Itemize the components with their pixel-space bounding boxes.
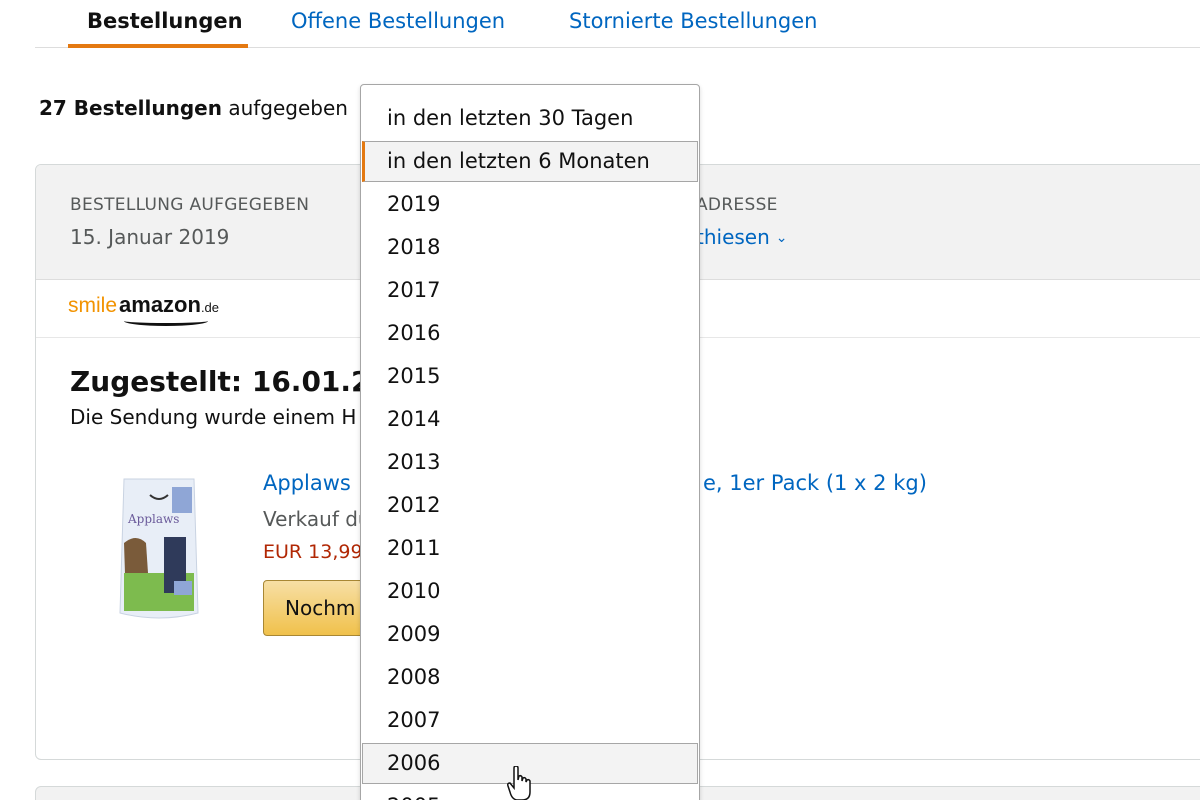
active-tab-indicator xyxy=(68,44,248,48)
orders-summary: 27 Bestellungen aufgegeben xyxy=(39,95,348,121)
product-image-brand: Applaws xyxy=(127,512,179,526)
smile-logo-text: smile xyxy=(68,294,118,317)
dropdown-option[interactable]: 2007 xyxy=(362,700,698,741)
shipping-address-name: thiesen xyxy=(696,225,770,249)
product-title-link[interactable]: Applaws e, 1er Pack (1 x 2 kg) xyxy=(263,471,927,495)
order-placed-date: 15. Januar 2019 xyxy=(70,225,230,249)
product-seller: Verkauf du xyxy=(263,507,371,531)
order-tabs: Bestellungen Offene Bestellungen Stornie… xyxy=(0,0,1200,48)
dropdown-option[interactable]: 2010 xyxy=(362,571,698,612)
hand-cursor-icon xyxy=(507,766,531,800)
dropdown-option[interactable]: 2016 xyxy=(362,313,698,354)
dropdown-option[interactable]: 2009 xyxy=(362,614,698,655)
dropdown-option[interactable]: 2018 xyxy=(362,227,698,268)
orders-count: 27 Bestellungen xyxy=(39,96,222,120)
order-placed-label: BESTELLUNG AUFGEGEBEN xyxy=(70,195,310,215)
shipping-address-label: ADRESSE xyxy=(696,195,778,215)
tab-open-orders[interactable]: Offene Bestellungen xyxy=(291,8,505,34)
dropdown-option[interactable]: 2014 xyxy=(362,399,698,440)
dropdown-option[interactable]: 2008 xyxy=(362,657,698,698)
dropdown-option[interactable]: in den letzten 30 Tagen xyxy=(362,98,698,139)
tab-cancelled-orders[interactable]: Stornierte Bestellungen xyxy=(569,8,817,34)
tab-orders[interactable]: Bestellungen xyxy=(87,8,243,34)
dropdown-option[interactable]: in den letzten 6 Monaten xyxy=(362,141,698,182)
dropdown-option[interactable]: 2015 xyxy=(362,356,698,397)
product-price: EUR 13,99 xyxy=(263,541,363,563)
product-title-rest: e, 1er Pack (1 x 2 kg) xyxy=(703,471,927,495)
time-filter-dropdown[interactable]: in den letzten 30 Tagen in den letzten 6 … xyxy=(360,84,700,800)
chevron-down-icon: ⌄ xyxy=(775,230,788,246)
amazon-logo-text: amazon xyxy=(119,292,201,317)
dropdown-option[interactable]: 2011 xyxy=(362,528,698,569)
dropdown-option[interactable]: 2013 xyxy=(362,442,698,483)
shipping-address-link[interactable]: thiesen ⌄ xyxy=(696,225,788,249)
delivery-status-title: Zugestellt: 16.01.20 xyxy=(70,365,391,398)
dropdown-option[interactable]: 2019 xyxy=(362,184,698,225)
product-title: Applaws xyxy=(263,471,351,495)
smile-arrow-icon xyxy=(124,316,208,326)
delivery-status-detail: Die Sendung wurde einem H xyxy=(70,405,357,429)
orders-count-suffix: aufgegeben xyxy=(228,96,348,120)
logo-tld: .de xyxy=(200,300,220,315)
product-image[interactable]: Applaws xyxy=(116,473,202,623)
dropdown-option[interactable]: 2017 xyxy=(362,270,698,311)
dropdown-option[interactable]: 2012 xyxy=(362,485,698,526)
